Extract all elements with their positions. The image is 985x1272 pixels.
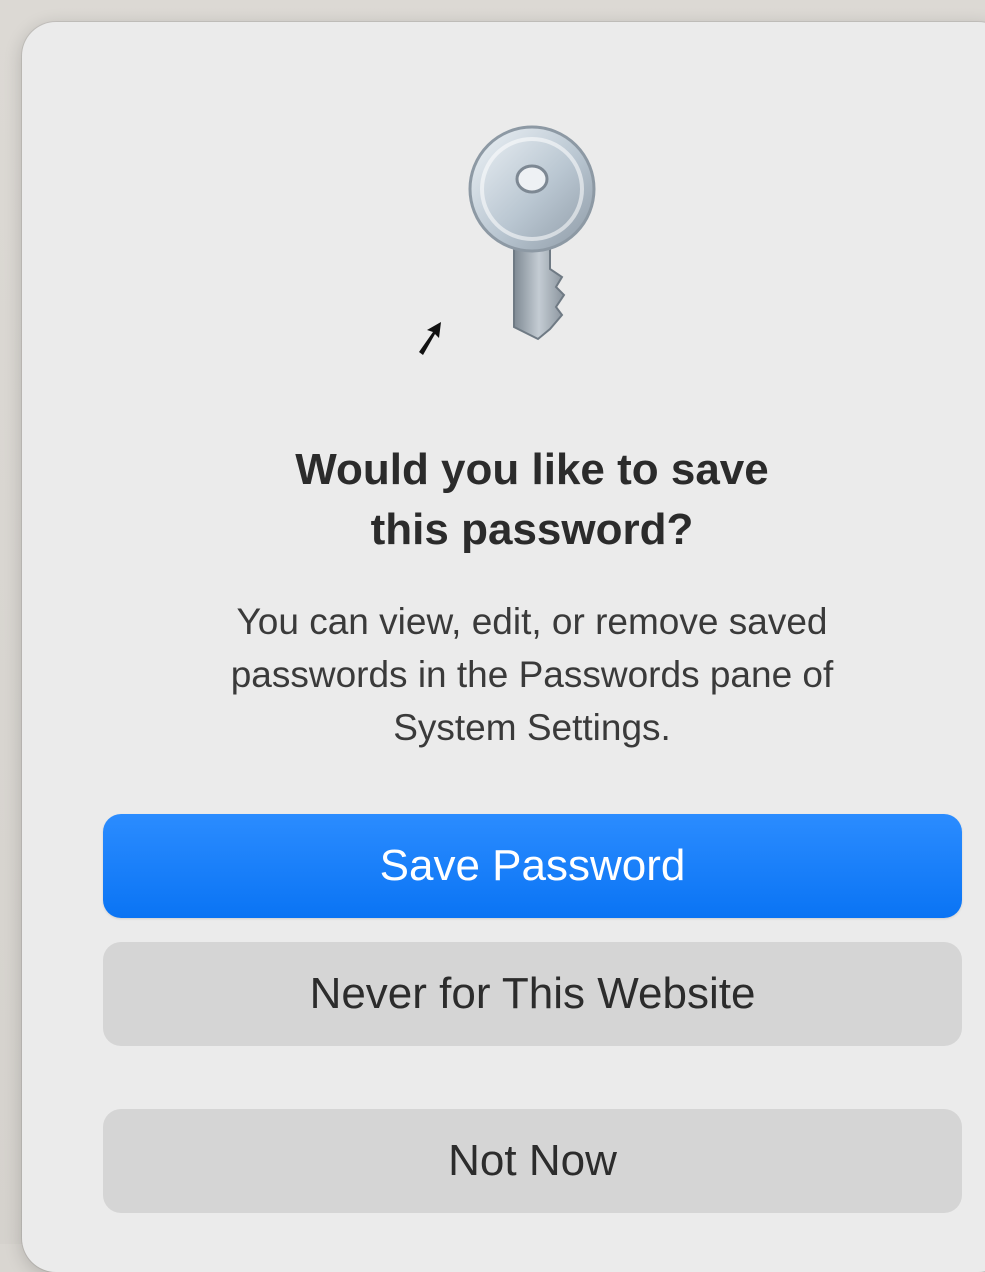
key-icon	[468, 125, 596, 341]
dialog-message-line-3: System Settings.	[393, 707, 671, 748]
mouse-cursor-icon	[419, 322, 441, 355]
dialog-title-line-1: Would you like to save	[295, 445, 769, 494]
dialog-title: Would you like to save this password?	[172, 440, 892, 560]
save-password-button[interactable]: Save Password	[103, 814, 962, 918]
never-for-this-website-button[interactable]: Never for This Website	[103, 942, 962, 1046]
dialog-message-line-1: You can view, edit, or remove saved	[236, 601, 828, 642]
save-password-dialog: Would you like to save this password? Yo…	[22, 22, 985, 1272]
dialog-message: You can view, edit, or remove saved pass…	[142, 595, 922, 754]
dialog-title-line-2: this password?	[370, 505, 694, 554]
not-now-button[interactable]: Not Now	[103, 1109, 962, 1213]
dialog-message-line-2: passwords in the Passwords pane of	[230, 654, 834, 695]
